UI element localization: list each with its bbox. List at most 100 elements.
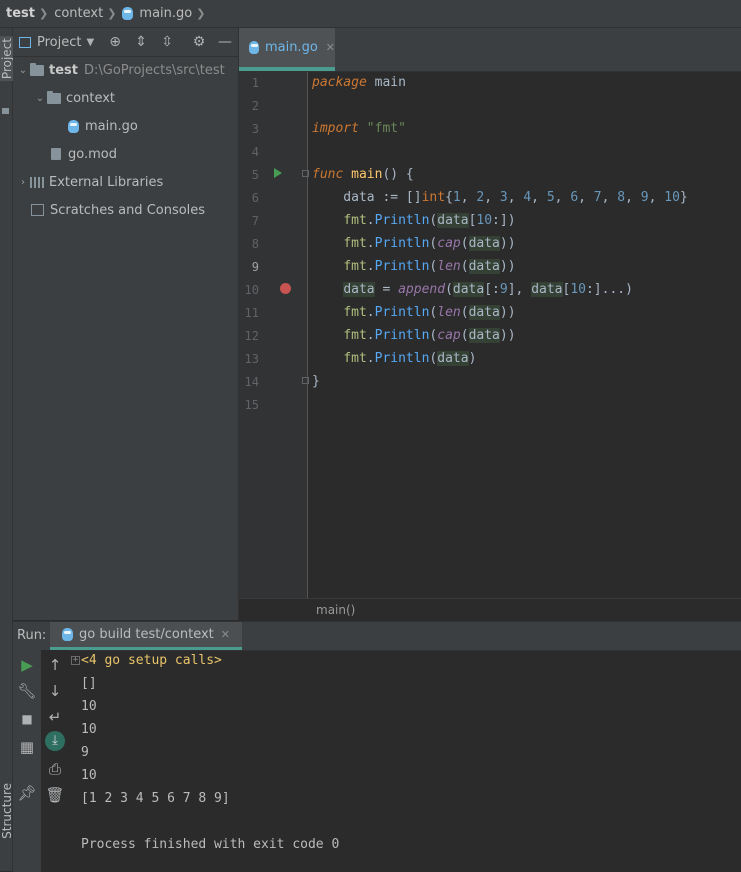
code-line-11: fmt.Println(len(data)) bbox=[343, 305, 516, 320]
project-panel: Project ▼ ⊕ ⇕ ⇳ ⚙ — ⌄ test D:\GoProjects… bbox=[13, 28, 239, 620]
run-toolbar-primary: ▶ 🔧︎ ■ ▦ 📌︎ bbox=[13, 650, 42, 872]
code-editor[interactable]: 1 2 3 4 5 6 7 8 9 10 11 12 13 14 15 pack… bbox=[239, 72, 741, 598]
line-number: 14 bbox=[244, 375, 259, 389]
go-file-icon bbox=[249, 41, 259, 54]
left-tool-strip: Project Structure bbox=[0, 28, 14, 871]
tree-item-label: test bbox=[49, 62, 78, 78]
code-line-12: fmt.Println(cap(data)) bbox=[343, 328, 516, 343]
line-number: 10 bbox=[244, 283, 259, 297]
structure-tool-tab[interactable]: Structure bbox=[0, 783, 14, 839]
output-line: [] bbox=[81, 676, 97, 691]
fold-icon[interactable] bbox=[302, 377, 309, 384]
output-line: 10 bbox=[81, 699, 97, 714]
line-number: 1 bbox=[251, 76, 259, 90]
function-breadcrumb[interactable]: main() bbox=[316, 603, 355, 617]
project-tool-tab[interactable]: Project bbox=[0, 36, 14, 82]
run-panel-header: Run: go build test/context ✕ bbox=[13, 622, 741, 651]
breadcrumb-file[interactable]: main.go bbox=[139, 6, 192, 21]
go-file-icon bbox=[68, 119, 79, 133]
soft-wrap-icon[interactable]: ↵ bbox=[41, 708, 69, 726]
breadcrumb-folder[interactable]: context bbox=[54, 6, 103, 21]
line-number: 5 bbox=[251, 168, 259, 182]
output-line: [1 2 3 4 5 6 7 8 9] bbox=[81, 791, 230, 806]
locate-icon[interactable]: ⊕ bbox=[102, 34, 128, 50]
run-panel: Run: go build test/context ✕ ▶ 🔧︎ ■ ▦ 📌︎… bbox=[13, 621, 741, 872]
line-number: 9 bbox=[251, 260, 259, 274]
line-number: 11 bbox=[244, 306, 259, 320]
print-icon[interactable]: ⎙ bbox=[41, 760, 69, 778]
expand-icon[interactable]: + bbox=[71, 656, 80, 665]
line-number: 6 bbox=[251, 191, 259, 205]
scroll-to-end-icon[interactable]: ⤓ bbox=[45, 731, 65, 751]
expand-all-icon[interactable]: ⇕ bbox=[128, 34, 154, 50]
minimize-icon[interactable]: — bbox=[212, 34, 238, 50]
fold-icon[interactable] bbox=[302, 170, 309, 177]
breadcrumb-project[interactable]: test bbox=[6, 6, 35, 21]
tree-item-go-mod[interactable]: go.mod bbox=[51, 143, 117, 165]
editor-gutter[interactable]: 1 2 3 4 5 6 7 8 9 10 11 12 13 14 15 bbox=[239, 72, 309, 598]
output-line: 10 bbox=[81, 768, 97, 783]
tree-item-context[interactable]: ⌄ context bbox=[33, 87, 115, 109]
close-icon[interactable]: ✕ bbox=[326, 41, 335, 54]
run-label: Run: bbox=[17, 628, 47, 643]
code-line-1: package main bbox=[312, 75, 406, 90]
code-line-6: data := []int{1, 2, 3, 4, 5, 6, 7, 8, 9,… bbox=[312, 190, 688, 205]
chevron-down-icon[interactable]: ⌄ bbox=[33, 93, 47, 104]
line-number: 8 bbox=[251, 237, 259, 251]
chevron-right-icon: ❯ bbox=[107, 7, 117, 20]
chevron-right-icon: ❯ bbox=[196, 7, 206, 20]
trash-icon[interactable]: 🗑︎ bbox=[41, 786, 69, 804]
output-folded-line[interactable]: <4 go setup calls> bbox=[81, 653, 222, 668]
code-line-5: func main() { bbox=[312, 167, 414, 182]
library-icon bbox=[30, 176, 44, 188]
line-number: 7 bbox=[251, 214, 259, 228]
rerun-icon[interactable]: ▶ bbox=[13, 656, 41, 674]
project-panel-header: Project ▼ ⊕ ⇕ ⇳ ⚙ — bbox=[13, 28, 238, 57]
code-line-9: fmt.Println(len(data)) bbox=[343, 259, 516, 274]
dropdown-icon[interactable]: ▼ bbox=[86, 37, 94, 48]
gear-icon[interactable]: ⚙ bbox=[186, 34, 212, 50]
project-view-selector[interactable]: Project bbox=[37, 35, 81, 50]
arrow-down-icon[interactable]: ↓ bbox=[41, 682, 69, 700]
tree-item-label: External Libraries bbox=[49, 174, 164, 190]
chevron-right-icon[interactable]: › bbox=[16, 177, 30, 188]
run-gutter-icon[interactable] bbox=[274, 168, 282, 178]
stop-icon[interactable]: ■ bbox=[13, 712, 41, 726]
folder-icon bbox=[30, 62, 44, 76]
code-line-14: } bbox=[312, 374, 320, 389]
tree-item-label: context bbox=[66, 90, 115, 106]
collapse-all-icon[interactable]: ⇳ bbox=[154, 34, 180, 50]
folder-icon bbox=[47, 90, 61, 104]
pin-icon[interactable]: 📌︎ bbox=[13, 784, 41, 802]
project-view-icon bbox=[19, 36, 31, 48]
layout-icon[interactable]: ▦ bbox=[13, 738, 41, 756]
code-line-13: fmt.Println(data) bbox=[343, 351, 477, 366]
line-number: 13 bbox=[244, 352, 259, 366]
line-number: 4 bbox=[251, 145, 259, 159]
run-toolbar-secondary: ↑ ↓ ↵ ⤓ ⎙ 🗑︎ bbox=[41, 650, 69, 872]
scratches-icon bbox=[31, 204, 44, 216]
go-file-icon bbox=[62, 628, 73, 641]
breakpoint-icon[interactable] bbox=[280, 283, 291, 294]
close-icon[interactable]: ✕ bbox=[221, 628, 230, 641]
tree-item-label: go.mod bbox=[68, 146, 117, 162]
arrow-up-icon[interactable]: ↑ bbox=[41, 656, 69, 674]
tree-item-main-go[interactable]: main.go bbox=[68, 115, 138, 137]
code-line-3: import "fmt" bbox=[312, 121, 406, 136]
chevron-right-icon: ❯ bbox=[38, 7, 49, 20]
code-line-7: fmt.Println(data[10:]) bbox=[343, 213, 516, 228]
editor-tabs: main.go ✕ bbox=[239, 28, 741, 72]
tree-item-test[interactable]: ⌄ test D:\GoProjects\src\test bbox=[16, 59, 225, 81]
tree-item-external-libraries[interactable]: › External Libraries bbox=[16, 171, 163, 193]
editor-breadcrumb-bar: main() bbox=[239, 598, 741, 621]
folder-icon bbox=[2, 108, 9, 114]
tab-main-go[interactable]: main.go ✕ bbox=[239, 28, 335, 71]
wrench-icon[interactable]: 🔧︎ bbox=[13, 682, 41, 700]
run-tab-label: go build test/context bbox=[79, 627, 214, 642]
code-line-10: data = append(data[:9], data[10:]...) bbox=[343, 282, 633, 297]
tree-item-scratches[interactable]: Scratches and Consoles bbox=[31, 199, 205, 221]
tab-run-configuration[interactable]: go build test/context ✕ bbox=[50, 622, 242, 650]
tree-item-label: main.go bbox=[85, 118, 138, 134]
line-number: 2 bbox=[251, 99, 259, 113]
chevron-down-icon[interactable]: ⌄ bbox=[16, 65, 30, 76]
